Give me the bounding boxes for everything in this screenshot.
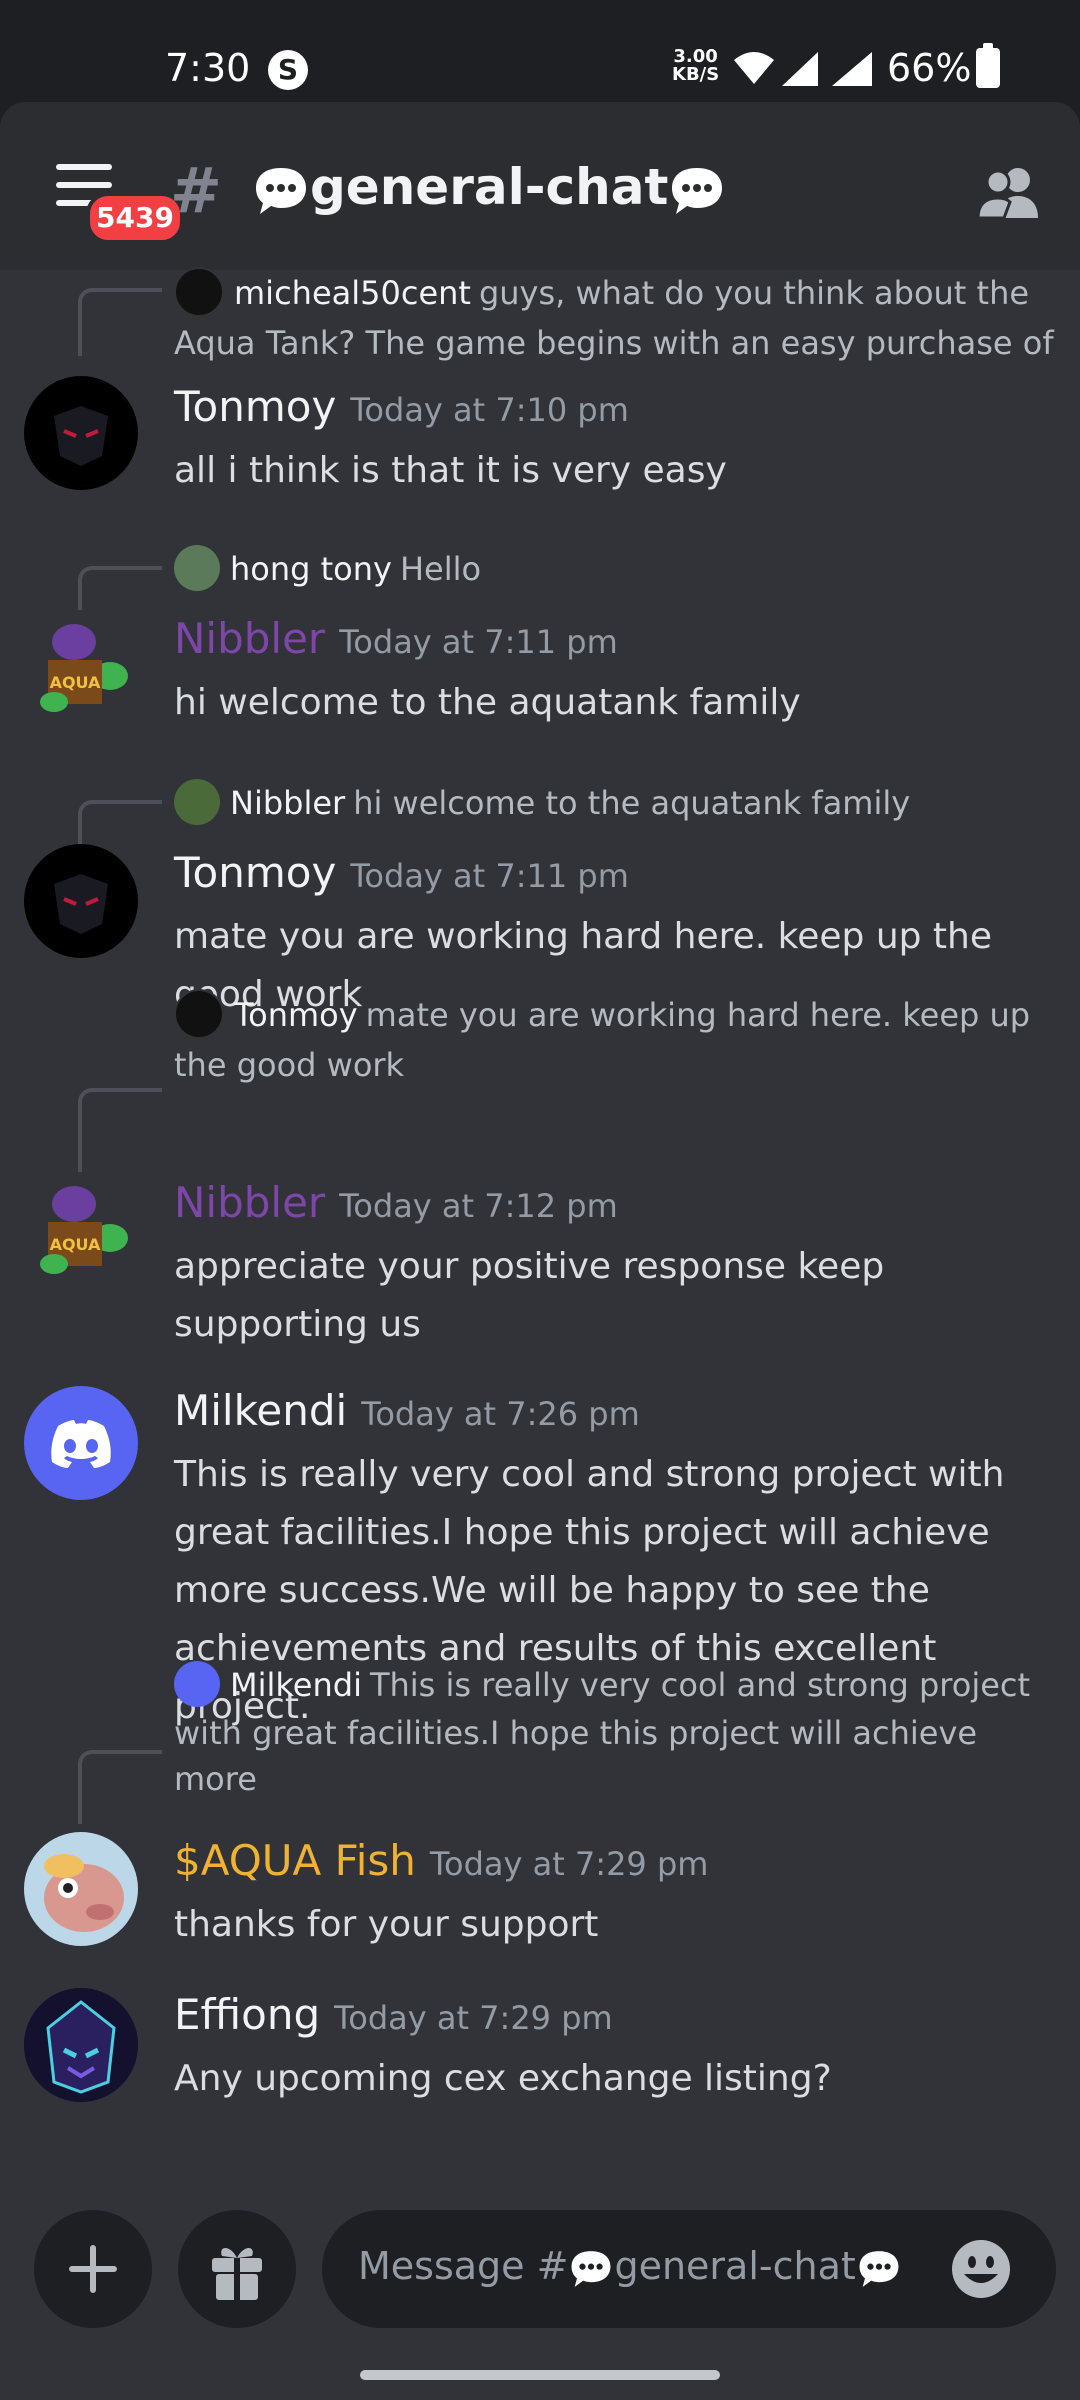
- battery-percent: 66%: [887, 46, 972, 90]
- home-indicator[interactable]: [360, 2370, 720, 2380]
- speech-bubble-icon: [572, 2250, 611, 2287]
- message-input-placeholder: Message # general-chat: [358, 2244, 902, 2290]
- svg-text:AQUA: AQUA: [50, 673, 101, 692]
- reply-author: hong tony: [230, 550, 392, 588]
- message-composer: Message # general-chat: [0, 2210, 1080, 2340]
- message-timestamp: Today at 7:12 pm: [339, 1187, 618, 1225]
- speech-bubble-icon: [256, 167, 306, 214]
- message-author[interactable]: $AQUA Fish: [174, 1836, 416, 1885]
- status-time: 7:30: [165, 46, 251, 90]
- reply-author: Milkendi: [230, 1666, 362, 1704]
- message-header: Milkendi Today at 7:26 pm: [174, 1386, 640, 1435]
- message-author[interactable]: Nibbler: [174, 1178, 325, 1227]
- channel-name: general-chat: [310, 158, 669, 216]
- reply-author: Nibbler: [230, 784, 346, 822]
- placeholder-prefix: Message #: [358, 2244, 569, 2288]
- wifi-icon: [734, 52, 774, 84]
- message-text: appreciate your positive response keep s…: [174, 1246, 885, 1345]
- message-author[interactable]: Nibbler: [174, 614, 325, 663]
- message-header: Tonmoy Today at 7:11 pm: [174, 848, 629, 897]
- avatar[interactable]: [24, 376, 138, 490]
- message-author[interactable]: Tonmoy: [174, 382, 336, 431]
- channel-title[interactable]: general-chat: [252, 158, 726, 218]
- reply-preview[interactable]: micheal50cent guys, what do you think abo…: [174, 267, 1054, 366]
- message-author[interactable]: Tonmoy: [174, 848, 336, 897]
- avatar[interactable]: AQUA: [24, 1174, 138, 1288]
- avatar[interactable]: [24, 1832, 138, 1946]
- message-timestamp: Today at 7:29 pm: [334, 1999, 613, 2037]
- avatar: [174, 779, 220, 825]
- reply-preview[interactable]: Tonmoy mate you are working hard here. ke…: [174, 989, 1054, 1088]
- gift-button[interactable]: [178, 2210, 296, 2328]
- reply-connector: [78, 288, 162, 356]
- message-timestamp: Today at 7:29 pm: [429, 1845, 709, 1883]
- add-attachment-button[interactable]: [34, 2210, 152, 2328]
- channel-header: 5439 # general-chat: [0, 102, 1080, 270]
- speech-bubble-icon: [859, 2250, 899, 2287]
- reply-connector: [78, 800, 162, 844]
- avatar: [174, 989, 224, 1039]
- reply-author: micheal50cent: [234, 274, 471, 312]
- reply-preview[interactable]: hong tony Hello: [174, 545, 1054, 594]
- app-notification-icon: S: [268, 50, 308, 90]
- members-icon[interactable]: [974, 164, 1044, 220]
- chat-panel: 5439 # general-chat micheal50cent guys, w…: [0, 102, 1080, 2400]
- message-header: Effiong Today at 7:29 pm: [174, 1990, 613, 2039]
- message-timestamp: Today at 7:10 pm: [350, 391, 629, 429]
- speech-bubble-icon: [672, 167, 723, 214]
- reply-preview[interactable]: Nibbler hi welcome to the aquatank family: [174, 779, 1054, 828]
- status-bar: 7:30 S 3.00 KB/S 66%: [0, 0, 1080, 100]
- avatar: [174, 545, 220, 591]
- message-header: Tonmoy Today at 7:10 pm: [174, 382, 629, 431]
- message-text: Any upcoming cex exchange listing?: [174, 2058, 832, 2099]
- placeholder-channel: general-chat: [614, 2244, 856, 2288]
- gift-icon: [212, 2248, 262, 2300]
- plus-icon: [69, 2245, 117, 2293]
- reply-connector: [78, 1750, 162, 1824]
- avatar[interactable]: [24, 1386, 138, 1500]
- reply-connector: [78, 566, 162, 610]
- reply-text: Hello: [399, 550, 482, 588]
- avatar[interactable]: AQUA: [24, 612, 138, 726]
- avatar[interactable]: [24, 1988, 138, 2102]
- message-input[interactable]: Message # general-chat: [322, 2210, 1056, 2328]
- signal-icon: [782, 52, 818, 86]
- reply-preview[interactable]: Milkendi This is really very cool and str…: [174, 1661, 1054, 1802]
- message-timestamp: Today at 7:11 pm: [350, 857, 629, 895]
- message-text: all i think is that it is very easy: [174, 450, 727, 491]
- message-author[interactable]: Milkendi: [174, 1386, 347, 1435]
- reply-text: hi welcome to the aquatank family: [353, 784, 911, 822]
- battery-icon: [976, 43, 1000, 88]
- network-speed: 3.00 KB/S: [672, 48, 719, 84]
- message-timestamp: Today at 7:26 pm: [361, 1395, 640, 1433]
- reply-connector: [78, 1088, 162, 1172]
- network-speed-unit: KB/S: [672, 64, 720, 85]
- emoji-icon[interactable]: [950, 2238, 1012, 2300]
- signal-icon-2: [832, 52, 872, 86]
- avatar: [174, 1661, 220, 1707]
- reply-author: Tonmoy: [234, 996, 358, 1034]
- avatar[interactable]: [24, 844, 138, 958]
- message-timestamp: Today at 7:11 pm: [339, 623, 618, 661]
- message-author[interactable]: Effiong: [174, 1990, 320, 2039]
- svg-text:AQUA: AQUA: [50, 1235, 101, 1254]
- channel-hash-icon: #: [170, 154, 222, 227]
- message-header: $AQUA Fish Today at 7:29 pm: [174, 1836, 708, 1885]
- avatar: [174, 267, 224, 317]
- discord-logo-icon: [51, 1420, 111, 1468]
- message-header: Nibbler Today at 7:12 pm: [174, 1178, 618, 1227]
- message-header: Nibbler Today at 7:11 pm: [174, 614, 618, 663]
- message-text: hi welcome to the aquatank family: [174, 682, 801, 723]
- message-text: thanks for your support: [174, 1904, 599, 1945]
